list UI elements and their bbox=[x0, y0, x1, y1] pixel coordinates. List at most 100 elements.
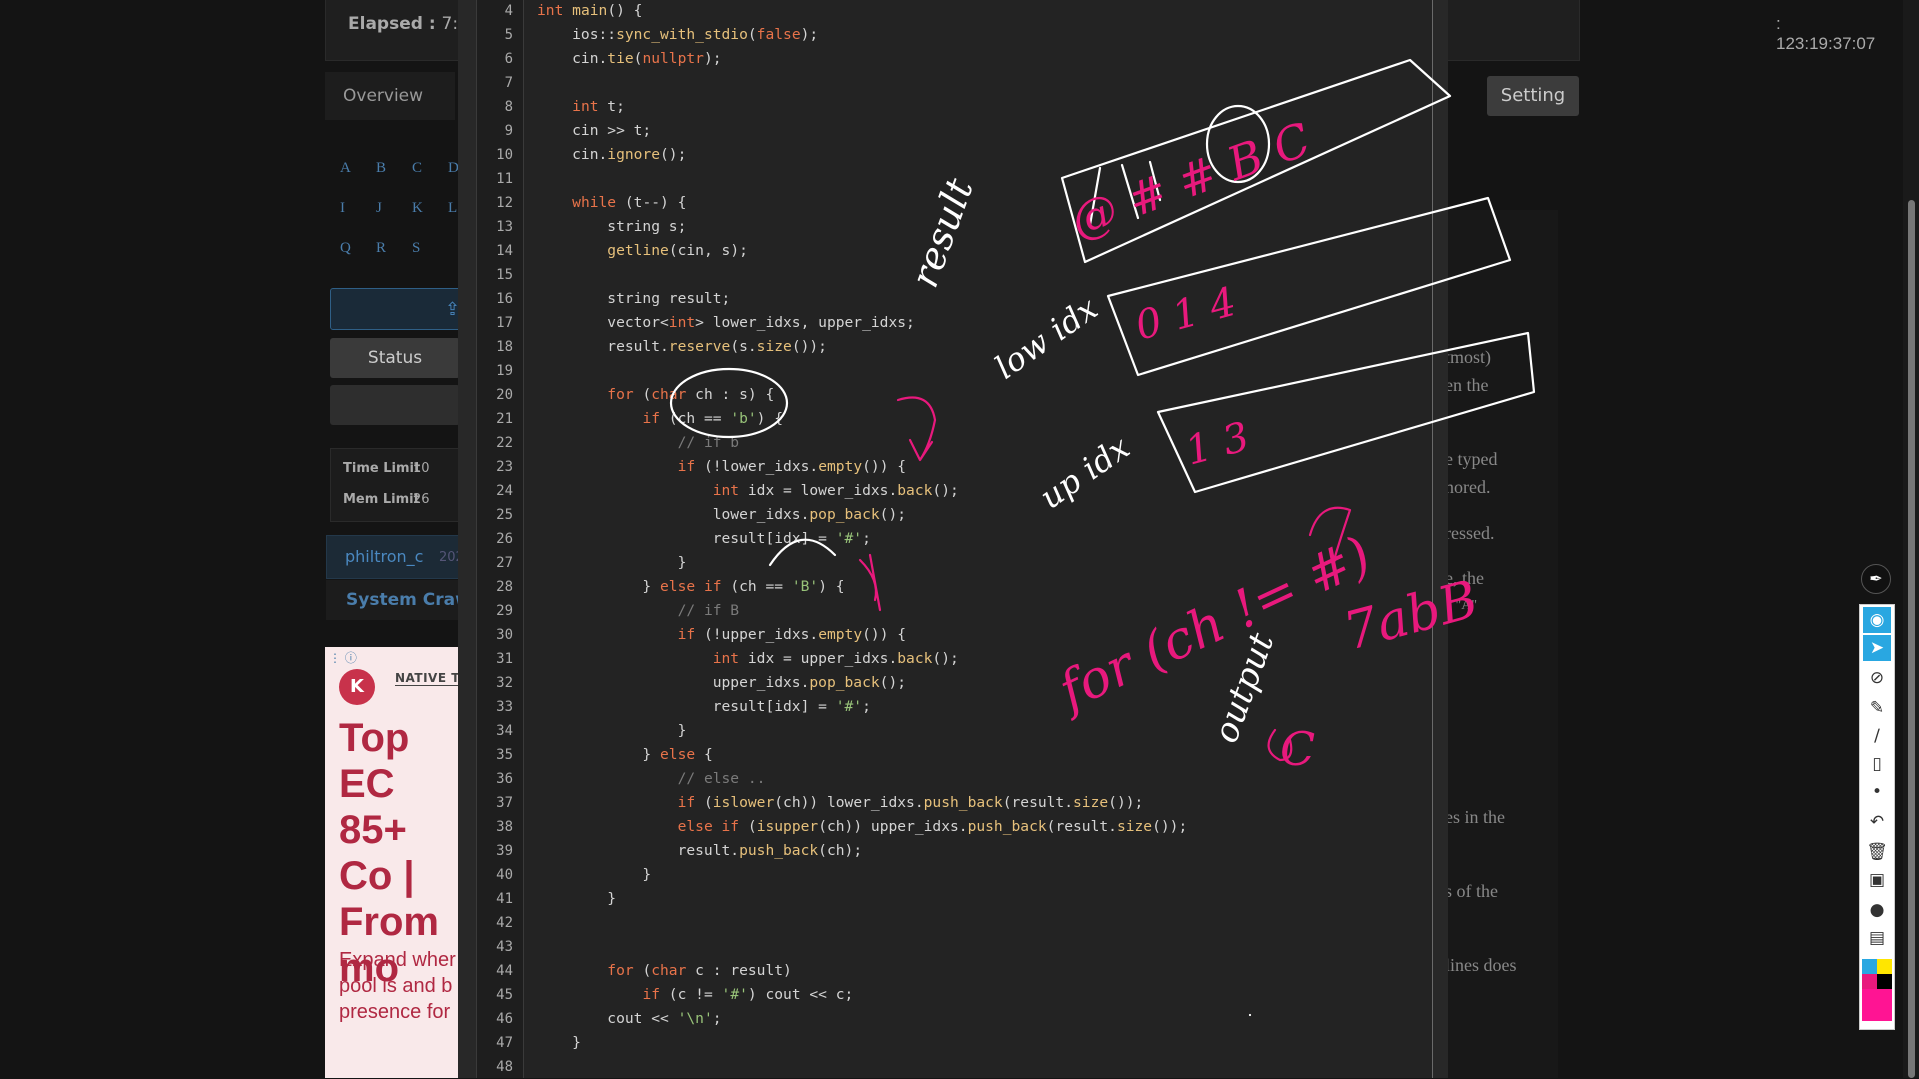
system-crawler-link[interactable]: System Crawl bbox=[326, 580, 477, 620]
setting-button[interactable]: Setting bbox=[1487, 76, 1579, 116]
line-number: 5 bbox=[504, 27, 513, 43]
camera-icon[interactable]: ● bbox=[1863, 897, 1891, 923]
line-number: 9 bbox=[504, 123, 513, 139]
line-number: 47 bbox=[496, 1035, 513, 1051]
line-number: 48 bbox=[496, 1059, 513, 1075]
line-number: 13 bbox=[496, 219, 513, 235]
problem-letter[interactable]: L bbox=[448, 200, 457, 217]
statement-fragment: es in the bbox=[1445, 807, 1505, 827]
line-number: 22 bbox=[496, 435, 513, 451]
line-number: 27 bbox=[496, 555, 513, 571]
tab-overview[interactable]: Overview bbox=[343, 86, 423, 106]
problem-letter[interactable]: S bbox=[412, 240, 420, 257]
ad-banner[interactable]: ⋮ ⓘ K NATIVE TE Top EC 85+ Co | From mo … bbox=[325, 647, 460, 1078]
line-number: 23 bbox=[496, 459, 513, 475]
cursor-icon[interactable]: ➤ bbox=[1863, 635, 1891, 661]
username[interactable]: philtron_c bbox=[345, 547, 423, 566]
problem-letter[interactable]: R bbox=[376, 240, 386, 257]
code-line: int main() { bbox=[537, 2, 643, 19]
time-limit-value: 10 bbox=[413, 461, 430, 476]
line-number: 40 bbox=[496, 867, 513, 883]
color-swatch-pink[interactable] bbox=[1862, 974, 1877, 989]
mem-limit-label: Mem Limit bbox=[343, 492, 420, 507]
line-number: 4 bbox=[504, 3, 513, 19]
statement-fragment: s of the bbox=[1445, 881, 1498, 901]
code-line: for (char c : result) bbox=[607, 962, 792, 979]
code-line: if (!upper_idxs.empty()) { bbox=[677, 626, 907, 643]
code-line: // if b bbox=[677, 434, 740, 451]
code-line: } bbox=[537, 554, 687, 571]
line-number: 35 bbox=[496, 747, 513, 763]
highlighter-icon[interactable]: ✎ bbox=[1863, 695, 1891, 721]
code-line: if (islower(ch)) lower_idxs.push_back(re… bbox=[677, 794, 1144, 811]
code-line: } bbox=[537, 722, 687, 739]
line-number: 10 bbox=[496, 147, 513, 163]
line-number: 44 bbox=[496, 963, 513, 979]
problem-letter[interactable]: I bbox=[340, 200, 345, 217]
remaining-time: : 123:19:37:07 bbox=[1776, 14, 1876, 53]
statement-fragment: lines does bbox=[1445, 955, 1517, 975]
code-line: result.push_back(ch); bbox=[537, 842, 863, 859]
code-line: getline(cin, s); bbox=[607, 242, 748, 259]
statement-fragment: nored. bbox=[1445, 477, 1491, 497]
line-number: 33 bbox=[496, 699, 513, 715]
code-line: // else .. bbox=[677, 770, 766, 787]
submit-button[interactable]: ⇪ bbox=[330, 288, 462, 330]
trash-icon[interactable]: 🗑 bbox=[1863, 839, 1891, 865]
code-line: if (!lower_idxs.empty()) { bbox=[677, 458, 907, 475]
code-line: result[idx] = '#'; bbox=[537, 698, 871, 715]
line-number: 41 bbox=[496, 891, 513, 907]
code-line: result.reserve(s.size()); bbox=[537, 338, 827, 355]
problem-letter[interactable]: B bbox=[376, 160, 386, 177]
secondary-button[interactable] bbox=[330, 385, 460, 425]
statement-fragment: tmost) bbox=[1445, 347, 1492, 367]
line-number: 37 bbox=[496, 795, 513, 811]
eye-icon[interactable]: ◉ bbox=[1863, 607, 1891, 633]
scrollbar-thumb[interactable] bbox=[1908, 200, 1915, 1078]
problem-letter[interactable]: K bbox=[412, 200, 423, 217]
ad-info-icon[interactable]: ⋮ ⓘ bbox=[329, 649, 357, 666]
problem-letter[interactable]: J bbox=[376, 200, 382, 217]
tab-bar: Overview bbox=[325, 72, 455, 120]
dot-icon[interactable]: • bbox=[1863, 779, 1891, 805]
line-number: 30 bbox=[496, 627, 513, 643]
statement-fragment: en the bbox=[1445, 375, 1489, 395]
problem-letter[interactable]: C bbox=[412, 160, 422, 177]
problem-letter[interactable]: A bbox=[340, 160, 351, 177]
code-line: cin >> t; bbox=[537, 122, 652, 139]
problem-letter[interactable]: Q bbox=[340, 240, 351, 257]
code-line: } bbox=[537, 866, 652, 883]
line-number: 11 bbox=[496, 171, 513, 187]
code-line: else if (isupper(ch)) upper_idxs.push_ba… bbox=[677, 818, 1188, 835]
color-swatch-yellow[interactable] bbox=[1877, 959, 1892, 974]
code-line: } else if (ch == 'B') { bbox=[537, 578, 845, 595]
status-button[interactable]: Status bbox=[330, 338, 460, 378]
statement-fragment: » "A" bbox=[1445, 598, 1478, 613]
line-number: 46 bbox=[496, 1011, 513, 1027]
problem-statement-panel bbox=[1430, 210, 1558, 1078]
code-line: lower_idxs.pop_back(); bbox=[537, 506, 907, 523]
code-line: string result; bbox=[537, 290, 731, 307]
board-icon[interactable]: ▣ bbox=[1863, 867, 1891, 893]
code-line: int idx = upper_idxs.back(); bbox=[712, 650, 959, 667]
code-viewer[interactable]: 4 5 6 7 8 9 10 11 12 13 14 15 16 17 18 19 20 21 22 23 24 25 26… bbox=[476, 0, 1433, 1078]
color-swatch-black[interactable] bbox=[1877, 974, 1892, 989]
user-link[interactable]: philtron_c 202 bbox=[326, 535, 464, 579]
limits-box: Time Limit 10 Mem Limit 26 bbox=[330, 448, 462, 522]
line-number: 20 bbox=[496, 387, 513, 403]
clipboard-icon[interactable]: ▤ bbox=[1863, 925, 1891, 951]
undo-icon[interactable]: ↶ bbox=[1863, 809, 1891, 835]
page-scrollbar[interactable] bbox=[1903, 0, 1919, 1078]
eraser-icon[interactable]: ⊘ bbox=[1863, 665, 1891, 691]
ruler-icon[interactable]: ▯ bbox=[1863, 751, 1891, 777]
line-number: 43 bbox=[496, 939, 513, 955]
current-color-swatch[interactable] bbox=[1862, 989, 1892, 1021]
pen-icon[interactable]: ✒ bbox=[1861, 564, 1891, 594]
line-icon[interactable]: ∕ bbox=[1863, 723, 1891, 749]
color-swatch-blue[interactable] bbox=[1862, 959, 1877, 974]
line-number: 45 bbox=[496, 987, 513, 1003]
code-line: int idx = lower_idxs.back(); bbox=[712, 482, 959, 499]
code-line: string s; bbox=[537, 218, 687, 235]
code-line: result[idx] = '#'; bbox=[537, 530, 871, 547]
code-line: ios::sync_with_stdio(false); bbox=[537, 26, 819, 43]
